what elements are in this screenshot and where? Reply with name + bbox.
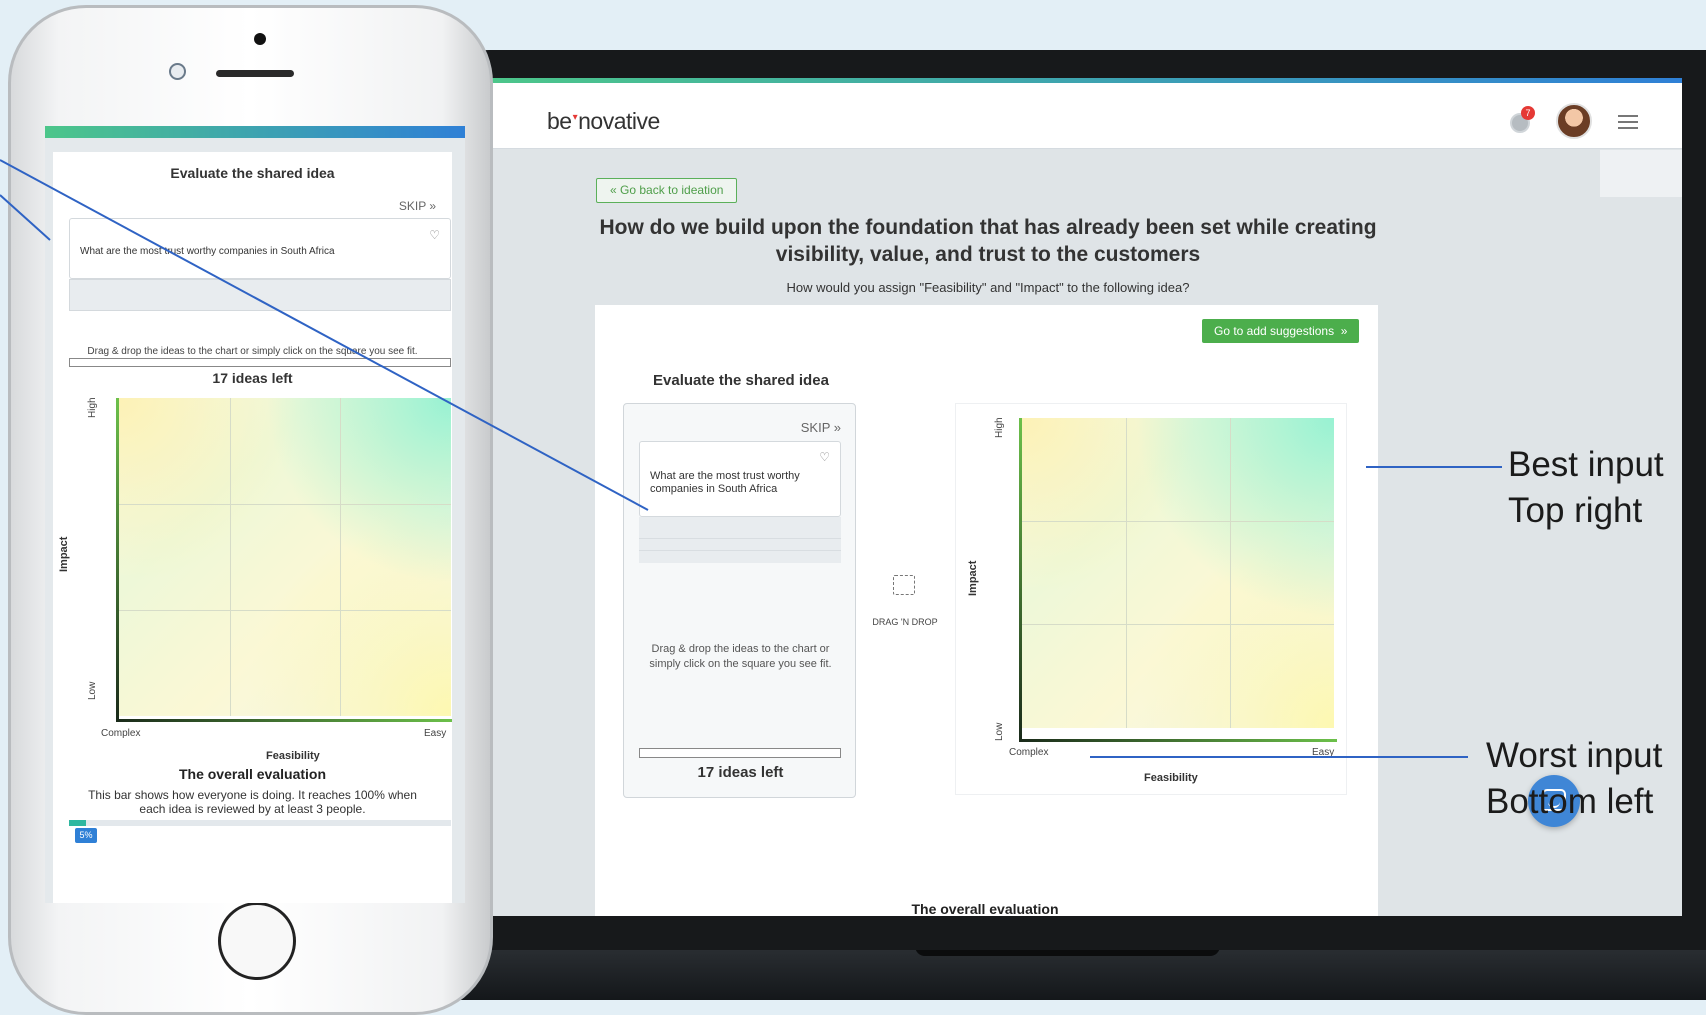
worst-input-pointer-line [1090,756,1468,758]
worst-input-label: Worst input [1486,736,1663,775]
pointer-line-phone-idea [0,194,51,241]
best-input-label: Best input [1508,445,1664,484]
best-input-annotation: Best input Top right [1508,442,1664,534]
bottom-left-label: Bottom left [1486,782,1654,821]
worst-input-annotation: Worst input Bottom left [1486,733,1662,825]
top-right-label: Top right [1508,491,1643,530]
pointer-line-idea-card [0,159,649,511]
annotation-pointer-lines [0,159,649,511]
best-input-pointer-line [1366,466,1502,468]
